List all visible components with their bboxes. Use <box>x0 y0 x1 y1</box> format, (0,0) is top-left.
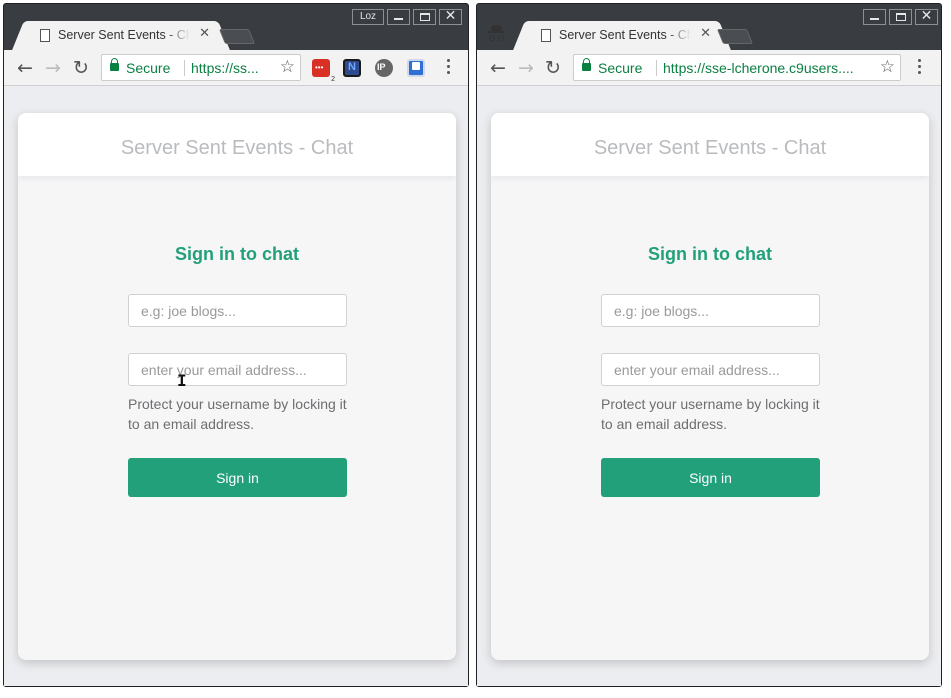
divider <box>184 60 185 76</box>
forward-icon[interactable]: → <box>518 56 534 80</box>
ip-icon[interactable]: IP <box>375 59 393 77</box>
signin-button[interactable]: Sign in <box>128 458 347 497</box>
page-viewport: Server Sent Events - Chat Sign in to cha… <box>4 86 468 686</box>
extension-badge: 2 <box>331 76 335 83</box>
signin-heading: Sign in to chat <box>648 244 772 264</box>
secure-label: Secure <box>126 60 171 76</box>
screencast-icon[interactable] <box>407 59 425 77</box>
page-viewport: Server Sent Events - Chat Sign in to cha… <box>477 86 941 686</box>
close-window-button[interactable]: ✕ <box>915 8 938 25</box>
browser-tab[interactable]: Server Sent Events - Chat ✕ <box>26 21 216 50</box>
close-icon: ✕ <box>444 8 457 24</box>
card-header: Server Sent Events - Chat <box>18 113 456 176</box>
page-icon <box>541 29 551 42</box>
divider <box>656 60 657 76</box>
maximize-icon <box>420 13 430 21</box>
tab-title: Server Sent Events - Chat <box>58 28 190 42</box>
username-input[interactable] <box>128 294 347 327</box>
close-icon: ✕ <box>920 8 933 24</box>
chat-card: Server Sent Events - Chat Sign in to cha… <box>491 113 929 660</box>
lock-icon <box>110 58 119 71</box>
address-bar[interactable]: Secure https://sse-lcherone.c9users.... … <box>573 54 901 81</box>
new-tab-button[interactable] <box>716 29 754 44</box>
email-hint: Protect your username by locking it to a… <box>128 396 347 432</box>
bookmark-star-icon[interactable]: ☆ <box>880 57 895 77</box>
signin-button[interactable]: Sign in <box>601 458 820 497</box>
reload-icon[interactable]: ↻ <box>545 56 561 80</box>
page-icon <box>40 29 50 42</box>
new-tab-button[interactable] <box>218 29 256 44</box>
card-header: Server Sent Events - Chat <box>491 113 929 176</box>
lastpass-icon[interactable]: ••• 2 <box>312 59 335 83</box>
browser-tab[interactable]: Server Sent Events - Chat ✕ <box>527 21 717 50</box>
tab-strip: Server Sent Events - Chat ✕ ✕ <box>477 4 941 50</box>
email-input[interactable] <box>601 353 820 386</box>
minimize-button[interactable] <box>863 9 886 25</box>
browser-toolbar: ← → ↻ Secure https://sse-lcherone.c9user… <box>477 50 941 86</box>
minimize-button[interactable] <box>387 9 410 25</box>
email-input[interactable] <box>128 353 347 386</box>
tab-strip: Server Sent Events - Chat ✕ Loz ✕ <box>4 4 468 50</box>
reload-icon[interactable]: ↻ <box>73 56 89 80</box>
menu-icon[interactable] <box>918 59 922 77</box>
text-cursor-icon: I <box>177 371 187 390</box>
maximize-icon <box>896 13 906 21</box>
email-hint: Protect your username by locking it to a… <box>601 396 820 432</box>
browser-window-left: Server Sent Events - Chat ✕ Loz ✕ ← → ↻ … <box>3 3 469 687</box>
incognito-icon <box>488 25 506 45</box>
tab-title: Server Sent Events - Chat <box>559 28 691 42</box>
maximize-button[interactable] <box>413 9 436 25</box>
tab-close-icon[interactable]: ✕ <box>700 26 711 41</box>
lock-icon <box>582 58 591 71</box>
maximize-button[interactable] <box>889 9 912 25</box>
window-controls: ✕ <box>863 8 938 26</box>
url-text: https://ss... <box>191 60 259 76</box>
minimize-icon <box>870 18 879 20</box>
profile-button[interactable]: Loz <box>352 9 384 25</box>
minimize-icon <box>394 18 403 20</box>
back-icon[interactable]: ← <box>490 56 506 80</box>
username-input[interactable] <box>601 294 820 327</box>
browser-toolbar: ← → ↻ Secure https://ss... ☆ ••• 2 N IP <box>4 50 468 86</box>
bookmark-star-icon[interactable]: ☆ <box>280 57 295 77</box>
close-window-button[interactable]: ✕ <box>439 8 462 25</box>
window-controls: Loz ✕ <box>352 8 462 26</box>
url-text: https://sse-lcherone.c9users.... <box>663 60 854 76</box>
menu-icon[interactable] <box>447 59 451 77</box>
address-bar[interactable]: Secure https://ss... ☆ <box>101 54 301 81</box>
chat-card: Server Sent Events - Chat Sign in to cha… <box>18 113 456 660</box>
forward-icon[interactable]: → <box>45 56 61 80</box>
secure-label: Secure <box>598 60 643 76</box>
nimbus-icon[interactable]: N <box>343 59 361 77</box>
tab-close-icon[interactable]: ✕ <box>199 26 210 41</box>
signin-heading: Sign in to chat <box>175 244 299 264</box>
back-icon[interactable]: ← <box>17 56 33 80</box>
browser-window-right: Server Sent Events - Chat ✕ ✕ ← → ↻ Secu… <box>476 3 942 687</box>
